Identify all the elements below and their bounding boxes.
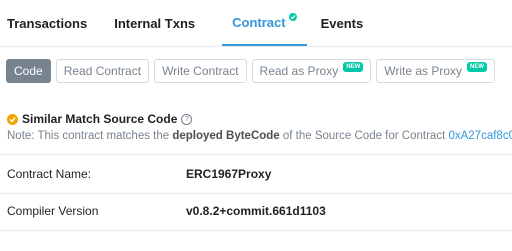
code-subtabs: Code Read Contract Write Contract Read a… bbox=[6, 59, 496, 83]
write-contract-button[interactable]: Write Contract bbox=[154, 59, 247, 83]
write-as-proxy-button[interactable]: Write as Proxy NEW bbox=[376, 59, 496, 83]
tab-transactions[interactable]: Transactions bbox=[7, 0, 87, 46]
note-prefix: Note: This contract matches the bbox=[7, 130, 173, 142]
contract-name-label: Contract Name: bbox=[7, 167, 92, 181]
match-note: Note: This contract matches the deployed… bbox=[7, 130, 512, 142]
note-bold: deployed ByteCode bbox=[172, 130, 280, 142]
similar-match-title: Similar Match Source Code bbox=[22, 112, 178, 126]
read-as-proxy-label: Read as Proxy bbox=[259, 64, 339, 78]
compiler-version-label: Compiler Version bbox=[7, 204, 99, 218]
read-as-proxy-button[interactable]: Read as Proxy NEW bbox=[251, 59, 372, 83]
tab-contract-label: Contract bbox=[232, 14, 286, 30]
check-circle-icon bbox=[7, 113, 18, 125]
new-badge: NEW bbox=[343, 62, 364, 72]
write-as-proxy-label: Write as Proxy bbox=[384, 64, 463, 78]
verified-check-icon bbox=[288, 13, 297, 21]
note-middle: of the Source Code for Contract bbox=[279, 130, 449, 142]
tab-internal-txns[interactable]: Internal Txns bbox=[114, 0, 195, 46]
contract-name-value: ERC1967Proxy bbox=[186, 167, 272, 181]
divider bbox=[0, 193, 512, 194]
divider bbox=[0, 230, 512, 231]
divider bbox=[0, 154, 512, 155]
code-button[interactable]: Code bbox=[6, 59, 51, 83]
source-contract-link[interactable]: 0xA27caf8c08 bbox=[448, 130, 512, 142]
tab-events[interactable]: Events bbox=[321, 0, 364, 46]
new-badge: NEW bbox=[467, 62, 488, 72]
tab-contract[interactable]: Contract bbox=[222, 0, 307, 46]
read-contract-button[interactable]: Read Contract bbox=[55, 59, 150, 83]
similar-match-heading: Similar Match Source Code ? bbox=[7, 112, 193, 126]
question-circle-icon[interactable]: ? bbox=[181, 113, 193, 125]
contract-tabs: Transactions Internal Txns Contract Even… bbox=[0, 0, 512, 47]
compiler-version-value: v0.8.2+commit.661d1103 bbox=[186, 204, 326, 218]
